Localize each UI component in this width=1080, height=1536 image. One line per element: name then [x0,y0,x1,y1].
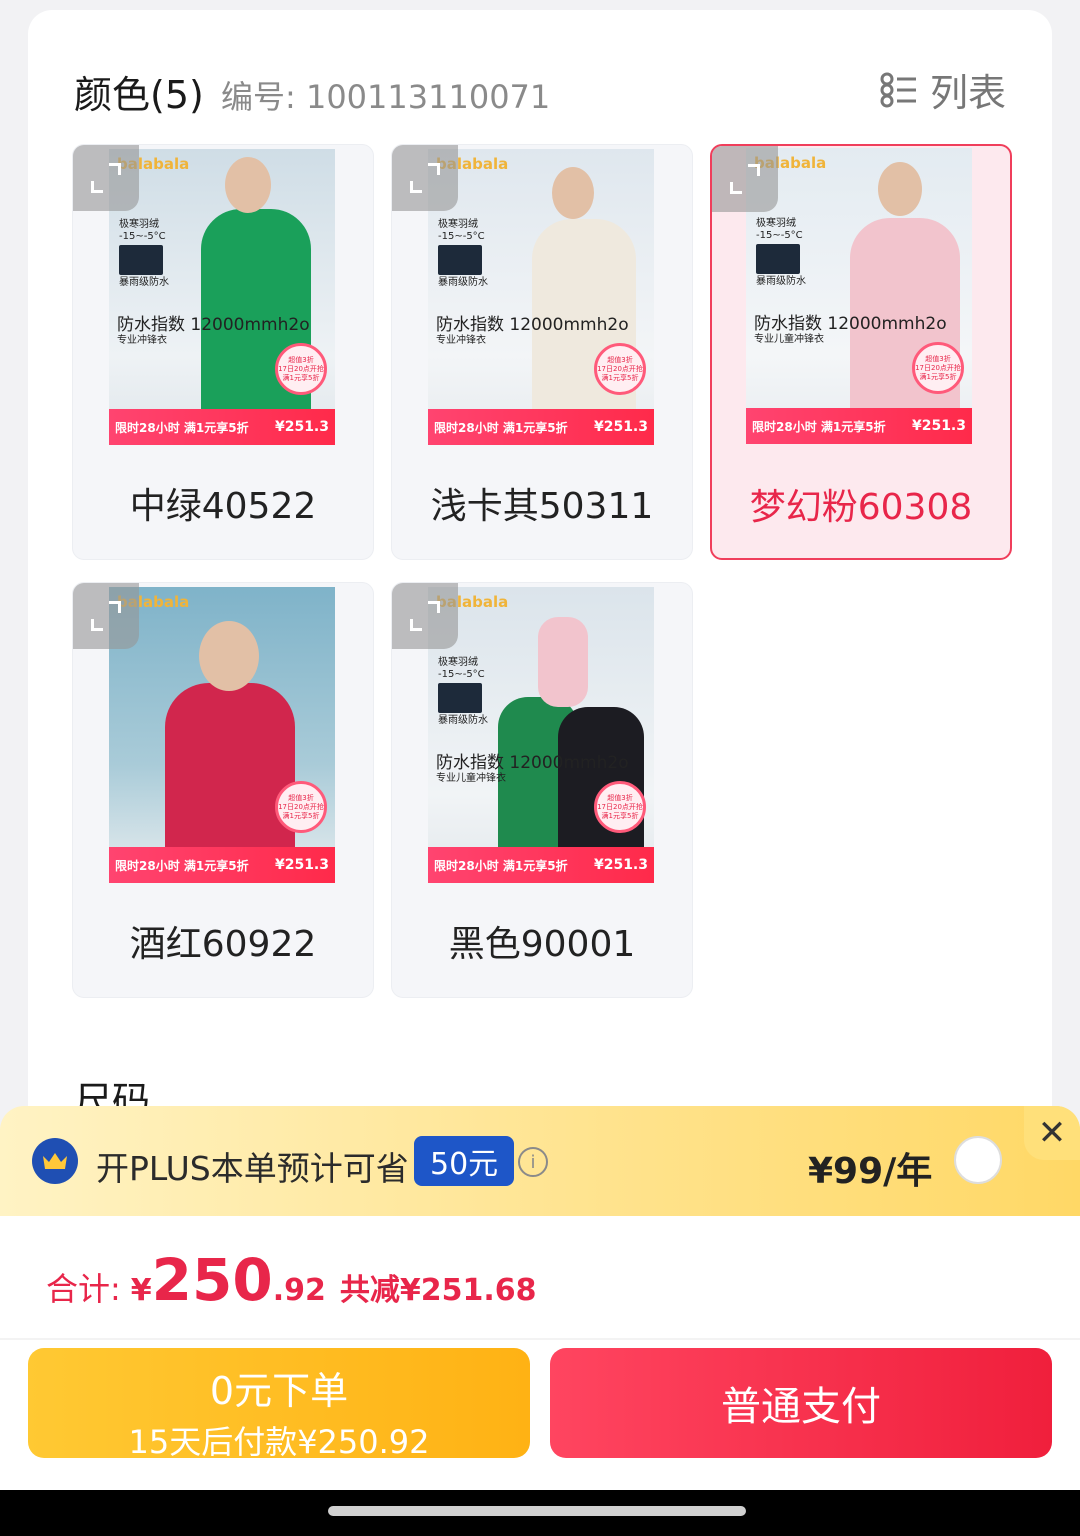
total-amount-decimal: .92 [272,1273,326,1308]
normal-pay-button[interactable]: 普通支付 [550,1348,1052,1458]
color-option-pink[interactable]: balabala 极寒羽绒 -15~-5°C 暴雨级防水 防水指数 12000mm… [710,144,1012,560]
pay-later-title: 0元下单 [209,1369,349,1413]
product-image: balabala 极寒羽绒 -15~-5°C 暴雨级防水 防水指数 12000mm… [428,587,654,883]
promo-strip: 限时28小时 满1元享5折 ¥251.3 [109,847,335,883]
waterproof-text: 防水指数 12000mmh2o 专业儿童冲锋衣 [436,753,629,784]
model-figure [538,617,588,707]
color-option-label: 黑色90001 [448,924,636,965]
home-indicator[interactable] [328,1506,746,1516]
close-icon[interactable]: ✕ [1024,1106,1080,1160]
feature-tag: 极寒羽绒 -15~-5°C 暴雨级防水 [119,219,169,288]
model-figure [165,683,295,859]
promo-sticker: 超值3折 17日20点开抢 满1元享5折 [912,342,964,394]
plus-price: ¥99/年 [808,1151,933,1192]
waterproof-text: 防水指数 12000mmh2o 专业儿童冲锋衣 [754,314,947,345]
promo-sticker: 超值3折 17日20点开抢 满1元享5折 [594,343,646,395]
product-image: balabala 超值3折 17日20点开抢 满1元享5折 限时28小时 满1元享5… [109,587,335,883]
feature-tag: 极寒羽绒 -15~-5°C 暴雨级防水 [438,657,488,726]
model-head [878,162,922,216]
product-code: 编号: 100113110071 [221,78,551,116]
color-option-label: 酒红60922 [129,924,317,965]
sku-selection-page: 颜色(5) 编号: 100113110071 列表 balabala 极寒羽绒 … [0,0,1080,1536]
color-option-label: 浅卡其50311 [430,486,654,527]
color-option-black[interactable]: balabala 极寒羽绒 -15~-5°C 暴雨级防水 防水指数 12000mm… [391,582,693,998]
color-section-title: 颜色(5) [74,73,204,117]
product-image: balabala 极寒羽绒 -15~-5°C 暴雨级防水 防水指数 12000mm… [109,149,335,445]
currency-symbol: ¥ [130,1273,152,1308]
model-head [225,157,271,213]
color-option-label: 中绿40522 [129,486,317,527]
promo-strip: 限时28小时 满1元享5折 ¥251.3 [428,409,654,445]
info-icon[interactable]: i [518,1147,548,1177]
plus-select-radio[interactable] [954,1136,1002,1184]
expand-icon[interactable] [712,146,778,212]
color-option-green[interactable]: balabala 极寒羽绒 -15~-5°C 暴雨级防水 防水指数 12000mm… [72,144,374,560]
expand-icon[interactable] [392,583,458,649]
model-head [552,167,594,219]
feature-tag: 极寒羽绒 -15~-5°C 暴雨级防水 [438,219,488,288]
waterproof-text: 防水指数 12000mmh2o 专业冲锋衣 [117,315,310,346]
feature-tag: 极寒羽绒 -15~-5°C 暴雨级防水 [756,218,806,287]
savings-badge: 50元 [414,1136,515,1186]
total-savings: 共减¥251.68 [339,1273,537,1308]
total-line: 合计: ¥ 250 .92 共减¥251.68 [46,1246,537,1314]
list-view-toggle[interactable]: 列表 [880,62,1006,117]
checkout-bar: 0元下单 15天后付款¥250.92 普通支付 [0,1340,1080,1490]
order-summary: 合计: ¥ 250 .92 共减¥251.68 [0,1216,1080,1340]
waterproof-text: 防水指数 12000mmh2o 专业冲锋衣 [436,315,629,346]
color-option-wine-red[interactable]: balabala 超值3折 17日20点开抢 满1元享5折 限时28小时 满1元享5… [72,582,374,998]
promo-sticker: 超值3折 17日20点开抢 满1元享5折 [275,343,327,395]
color-option-khaki[interactable]: balabala 极寒羽绒 -15~-5°C 暴雨级防水 防水指数 12000mm… [391,144,693,560]
expand-icon[interactable] [73,583,139,649]
promo-sticker: 超值3折 17日20点开抢 满1元享5折 [594,781,646,833]
crown-icon [32,1138,78,1184]
product-image: balabala 极寒羽绒 -15~-5°C 暴雨级防水 防水指数 12000mm… [746,148,972,444]
list-view-label: 列表 [929,71,1006,115]
expand-icon[interactable] [392,145,458,211]
promo-strip: 限时28小时 满1元享5折 ¥251.3 [109,409,335,445]
model-head [199,621,259,691]
total-label: 合计: [46,1270,121,1308]
color-option-label: 梦幻粉60308 [749,487,973,528]
total-amount-integer: 250 [151,1246,273,1314]
pay-later-subtitle: 15天后付款¥250.92 [128,1423,430,1461]
expand-icon[interactable] [73,145,139,211]
promo-strip: 限时28小时 满1元享5折 ¥251.3 [428,847,654,883]
system-nav-bar [0,1490,1080,1536]
list-icon [880,71,918,109]
product-image: balabala 极寒羽绒 -15~-5°C 暴雨级防水 防水指数 12000mm… [428,149,654,445]
promo-sticker: 超值3折 17日20点开抢 满1元享5折 [275,781,327,833]
plus-savings-text: 开PLUS本单预计可省 [96,1149,409,1188]
pay-later-button[interactable]: 0元下单 15天后付款¥250.92 [28,1348,530,1461]
color-selection-card: 颜色(5) 编号: 100113110071 列表 balabala 极寒羽绒 … [28,10,1052,1210]
plus-membership-banner[interactable]: 开PLUS本单预计可省 50元 i ¥99/年 [0,1106,1080,1216]
promo-strip: 限时28小时 满1元享5折 ¥251.3 [746,408,972,444]
